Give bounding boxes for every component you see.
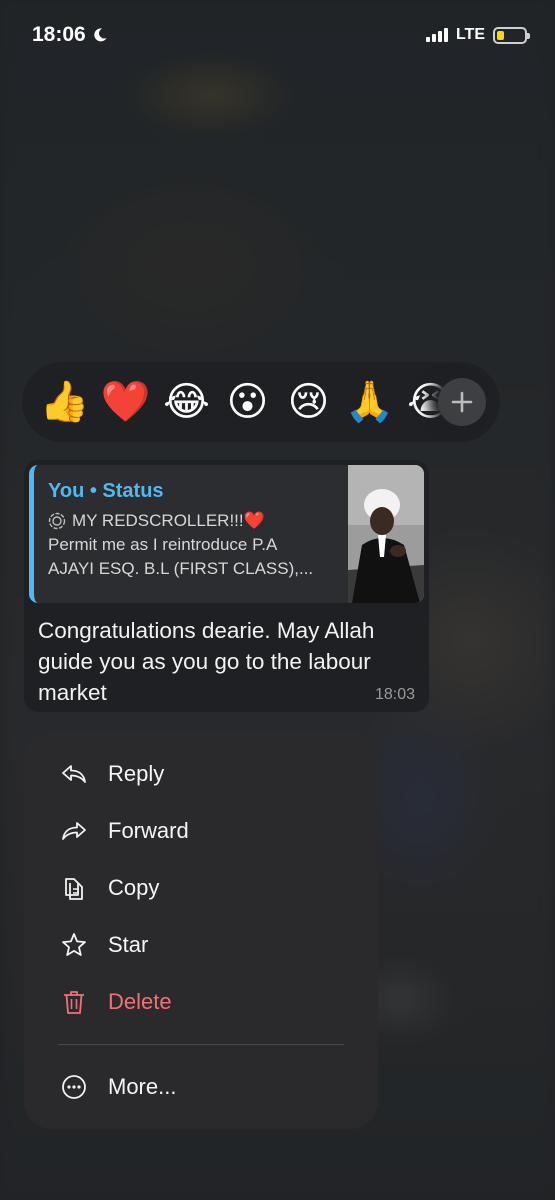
reaction-heart[interactable]: ❤️ bbox=[95, 382, 156, 422]
quote-line: MY REDSCROLLER!!!❤️ bbox=[48, 509, 338, 533]
quoted-status-text: You • Status MY REDSCROLLER!!!❤️ Permit … bbox=[48, 479, 338, 581]
trash-icon bbox=[64, 991, 84, 1014]
quote-line-1: MY REDSCROLLER!!!❤️ bbox=[72, 511, 265, 530]
more-icon bbox=[62, 1075, 86, 1099]
star-icon bbox=[62, 933, 86, 956]
moon-icon bbox=[94, 28, 107, 42]
status-icon bbox=[48, 512, 66, 530]
copy-icon bbox=[65, 878, 83, 900]
menu-item-forward[interactable]: Forward bbox=[24, 803, 378, 859]
menu-divider bbox=[58, 1044, 344, 1045]
forward-icon bbox=[62, 822, 86, 840]
clock-time: 18:06 bbox=[32, 23, 86, 46]
reaction-pray[interactable]: 🙏 bbox=[339, 382, 400, 422]
status-bar: 18:06 LTE bbox=[0, 0, 555, 70]
quote-line-2: Permit me as I reintroduce P.A bbox=[48, 535, 278, 554]
add-reaction-button[interactable] bbox=[438, 378, 486, 426]
clock: 18:06 bbox=[32, 23, 108, 47]
status-indicators: LTE bbox=[425, 26, 530, 44]
plus-icon bbox=[451, 391, 473, 413]
reaction-surprised[interactable]: 😮 bbox=[217, 382, 278, 422]
menu-label-reply: Reply bbox=[108, 761, 165, 786]
menu-item-star[interactable]: Star bbox=[24, 917, 378, 973]
context-menu: Reply Forward Copy Star Delete More... bbox=[24, 732, 378, 1129]
reaction-bar: 👍 ❤️ 😂 😮 😢 🙏 😭 bbox=[22, 362, 500, 442]
reaction-sad[interactable]: 😢 bbox=[278, 382, 339, 422]
reply-icon bbox=[62, 765, 86, 783]
menu-label-more: More... bbox=[108, 1074, 177, 1099]
message-text: Congratulations dearie. May Allah guide … bbox=[38, 618, 375, 705]
status-thumbnail bbox=[348, 465, 424, 603]
menu-item-more[interactable]: More... bbox=[24, 1059, 378, 1115]
reaction-laughing[interactable]: 😂 bbox=[156, 382, 217, 422]
menu-label-forward: Forward bbox=[108, 818, 189, 843]
menu-item-reply[interactable]: Reply bbox=[24, 746, 378, 802]
menu-label-copy: Copy bbox=[108, 875, 160, 900]
menu-item-delete[interactable]: Delete bbox=[24, 974, 378, 1030]
menu-item-copy[interactable]: Copy bbox=[24, 860, 378, 916]
quote-line-3: AJAYI ESQ. B.L (FIRST CLASS),... bbox=[48, 559, 314, 578]
reaction-thumbs-up[interactable]: 👍 bbox=[34, 382, 95, 422]
network-type: LTE bbox=[455, 26, 485, 43]
quote-title: You • Status bbox=[48, 480, 164, 502]
message-time: 18:03 bbox=[374, 686, 415, 703]
signal-icon bbox=[425, 28, 448, 42]
quoted-status[interactable]: You • Status MY REDSCROLLER!!!❤️ Permit … bbox=[29, 465, 424, 603]
menu-label-star: Star bbox=[108, 932, 149, 957]
menu-label-delete: Delete bbox=[108, 989, 172, 1014]
battery-icon bbox=[493, 26, 530, 44]
message-bubble[interactable]: You • Status MY REDSCROLLER!!!❤️ Permit … bbox=[24, 460, 429, 712]
